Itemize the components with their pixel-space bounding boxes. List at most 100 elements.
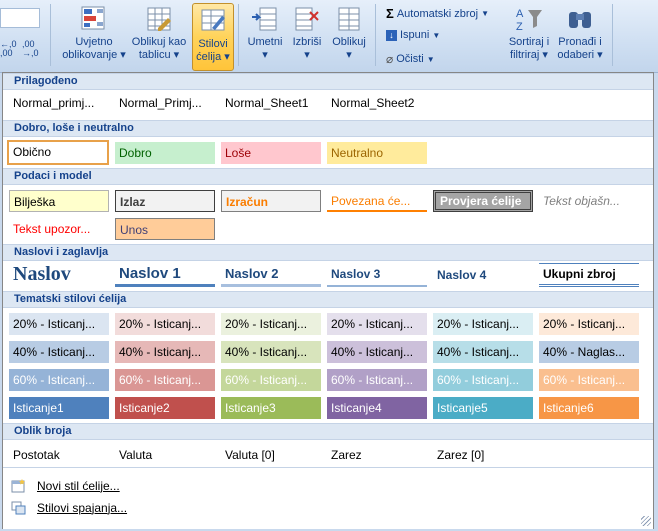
chevron-down-icon: ▼ xyxy=(481,9,490,18)
style-neutral[interactable]: Neutralno xyxy=(327,142,427,164)
format-button[interactable]: Oblikuj ▾ xyxy=(328,4,370,62)
style-20-accent6[interactable]: 20% - Isticanj... xyxy=(539,313,639,335)
insert-cells-icon xyxy=(252,7,277,31)
style-60-accent1[interactable]: 60% - Isticanj... xyxy=(9,369,109,391)
section-header-titles-headings: Naslovi i zaglavlja xyxy=(3,244,653,261)
find-select-button[interactable]: Pronađi i odaberi ▾ xyxy=(554,4,606,62)
delete-cells-icon xyxy=(295,7,319,31)
style-linked-cell[interactable]: Povezana će... xyxy=(327,190,427,212)
style-title[interactable]: Naslov xyxy=(9,261,109,287)
style-input[interactable]: Unos xyxy=(115,218,215,240)
autosum-label: Automatski zbroj xyxy=(396,7,479,20)
style-currency-0[interactable]: Valuta [0] xyxy=(221,444,321,466)
number-format-box[interactable] xyxy=(0,8,40,28)
ribbon-separator xyxy=(238,4,239,66)
sort-filter-button[interactable]: AZ Sortiraj i filtriraj ▾ xyxy=(504,4,554,62)
find-select-label: Pronađi i odaberi ▾ xyxy=(557,36,603,61)
style-accent3[interactable]: Isticanje3 xyxy=(221,397,321,419)
style-heading-4[interactable]: Naslov 4 xyxy=(433,263,533,287)
style-accent6[interactable]: Isticanje6 xyxy=(539,397,639,419)
section-header-good-bad-neutral: Dobro, loše i neutralno xyxy=(3,120,653,137)
style-60-accent2[interactable]: 60% - Isticanj... xyxy=(115,369,215,391)
format-as-table-button[interactable]: Oblikuj kao tablicu ▾ xyxy=(128,4,190,62)
fill-label: Ispuni xyxy=(400,29,430,41)
decrease-decimal-button[interactable]: ,00 →,0 xyxy=(22,40,39,58)
conditional-formatting-label: Uvjetno oblikovanje ▾ xyxy=(62,36,126,61)
insert-button[interactable]: Umetni ▾ xyxy=(244,4,286,62)
format-as-table-label: Oblikuj kao tablicu ▾ xyxy=(131,36,187,61)
style-check-cell[interactable]: Provjera ćelije xyxy=(433,190,533,212)
new-cell-style-item[interactable]: Novi stil ćelije... xyxy=(11,475,120,497)
fill-button[interactable]: ↓ Ispuni ▼ xyxy=(386,29,440,41)
cell-styles-icon xyxy=(201,9,225,31)
style-good[interactable]: Dobro xyxy=(115,142,215,164)
style-20-accent1[interactable]: 20% - Isticanj... xyxy=(9,313,109,335)
style-40-accent6[interactable]: 40% - Naglas... xyxy=(539,341,639,363)
style-comma[interactable]: Zarez xyxy=(327,444,427,466)
insert-label: Umetni ▾ xyxy=(247,36,283,61)
svg-text:A: A xyxy=(516,8,524,20)
style-output[interactable]: Izlaz xyxy=(115,190,215,212)
clear-button[interactable]: ⌀ Očisti ▼ xyxy=(386,52,435,66)
style-20-accent4[interactable]: 20% - Isticanj... xyxy=(327,313,427,335)
cell-styles-button[interactable]: Stilovi ćelija ▾ xyxy=(192,3,234,71)
style-accent1[interactable]: Isticanje1 xyxy=(9,397,109,419)
sort-filter-icon: AZ xyxy=(516,8,542,33)
cell-styles-label: Stilovi ćelija ▾ xyxy=(196,38,230,63)
style-calculation[interactable]: Izračun xyxy=(221,190,321,212)
style-accent4[interactable]: Isticanje4 xyxy=(327,397,427,419)
autosum-button[interactable]: Σ Automatski zbroj ▼ xyxy=(386,6,489,21)
style-note[interactable]: Bilješka xyxy=(9,190,109,212)
eraser-icon: ⌀ xyxy=(386,52,394,66)
style-20-accent3[interactable]: 20% - Isticanj... xyxy=(221,313,321,335)
new-style-icon xyxy=(11,479,25,493)
style-comma-0[interactable]: Zarez [0] xyxy=(433,444,533,466)
style-currency[interactable]: Valuta xyxy=(115,444,215,466)
resize-grip[interactable] xyxy=(641,516,651,526)
style-custom-1[interactable]: Normal_primj... xyxy=(9,92,109,114)
sigma-icon: Σ xyxy=(386,6,394,21)
style-custom-4[interactable]: Normal_Sheet2 xyxy=(327,92,427,114)
conditional-formatting-icon xyxy=(81,6,105,30)
style-60-accent3[interactable]: 60% - Isticanj... xyxy=(221,369,321,391)
increase-decimal-icon: ←,0,00 xyxy=(0,39,17,58)
style-40-accent3[interactable]: 40% - Isticanj... xyxy=(221,341,321,363)
style-bad[interactable]: Loše xyxy=(221,142,321,164)
chevron-down-icon: ▼ xyxy=(432,30,441,40)
style-20-accent2[interactable]: 20% - Isticanj... xyxy=(115,313,215,335)
delete-button[interactable]: Izbriši ▾ xyxy=(288,4,326,62)
style-heading-3[interactable]: Naslov 3 xyxy=(327,263,427,287)
style-heading-1[interactable]: Naslov 1 xyxy=(115,263,215,287)
merge-styles-item[interactable]: Stilovi spajanja... xyxy=(11,497,127,519)
section-header-number-format: Oblik broja xyxy=(3,423,653,440)
style-20-accent5[interactable]: 20% - Isticanj... xyxy=(433,313,533,335)
format-as-table-icon xyxy=(147,7,171,31)
section-header-custom: Prilagođeno xyxy=(3,73,653,90)
style-40-accent1[interactable]: 40% - Isticanj... xyxy=(9,341,109,363)
style-explanatory-text[interactable]: Tekst objašn... xyxy=(539,190,639,212)
style-warning-text[interactable]: Tekst upozor... xyxy=(9,218,109,240)
conditional-formatting-button[interactable]: Uvjetno oblikovanje ▾ xyxy=(60,4,128,62)
section-header-data-model: Podaci i model xyxy=(3,168,653,185)
style-custom-2[interactable]: Normal_Primj... xyxy=(115,92,215,114)
style-custom-3[interactable]: Normal_Sheet1 xyxy=(221,92,321,114)
style-accent5[interactable]: Isticanje5 xyxy=(433,397,533,419)
style-accent2[interactable]: Isticanje2 xyxy=(115,397,215,419)
style-40-accent4[interactable]: 40% - Isticanj... xyxy=(327,341,427,363)
style-percent[interactable]: Postotak xyxy=(9,444,109,466)
increase-decimal-button[interactable]: ←,0,00 xyxy=(0,40,17,58)
style-60-accent6[interactable]: 60% - Isticanj... xyxy=(539,369,639,391)
style-60-accent4[interactable]: 60% - Isticanj... xyxy=(327,369,427,391)
sort-filter-label: Sortiraj i filtriraj ▾ xyxy=(508,36,550,61)
chevron-down-icon: ▼ xyxy=(426,54,435,64)
style-40-accent5[interactable]: 40% - Isticanj... xyxy=(433,341,533,363)
style-heading-2[interactable]: Naslov 2 xyxy=(221,263,321,287)
section-header-themed-styles: Tematski stilovi ćelija xyxy=(3,291,653,308)
ribbon-separator xyxy=(612,4,613,66)
style-40-accent2[interactable]: 40% - Isticanj... xyxy=(115,341,215,363)
format-cells-icon xyxy=(338,7,360,31)
style-total[interactable]: Ukupni zbroj xyxy=(539,263,639,287)
style-60-accent5[interactable]: 60% - Isticanj... xyxy=(433,369,533,391)
style-normal[interactable]: Obično xyxy=(7,140,109,165)
cell-styles-gallery: Prilagođeno Normal_primj... Normal_Primj… xyxy=(2,72,654,529)
